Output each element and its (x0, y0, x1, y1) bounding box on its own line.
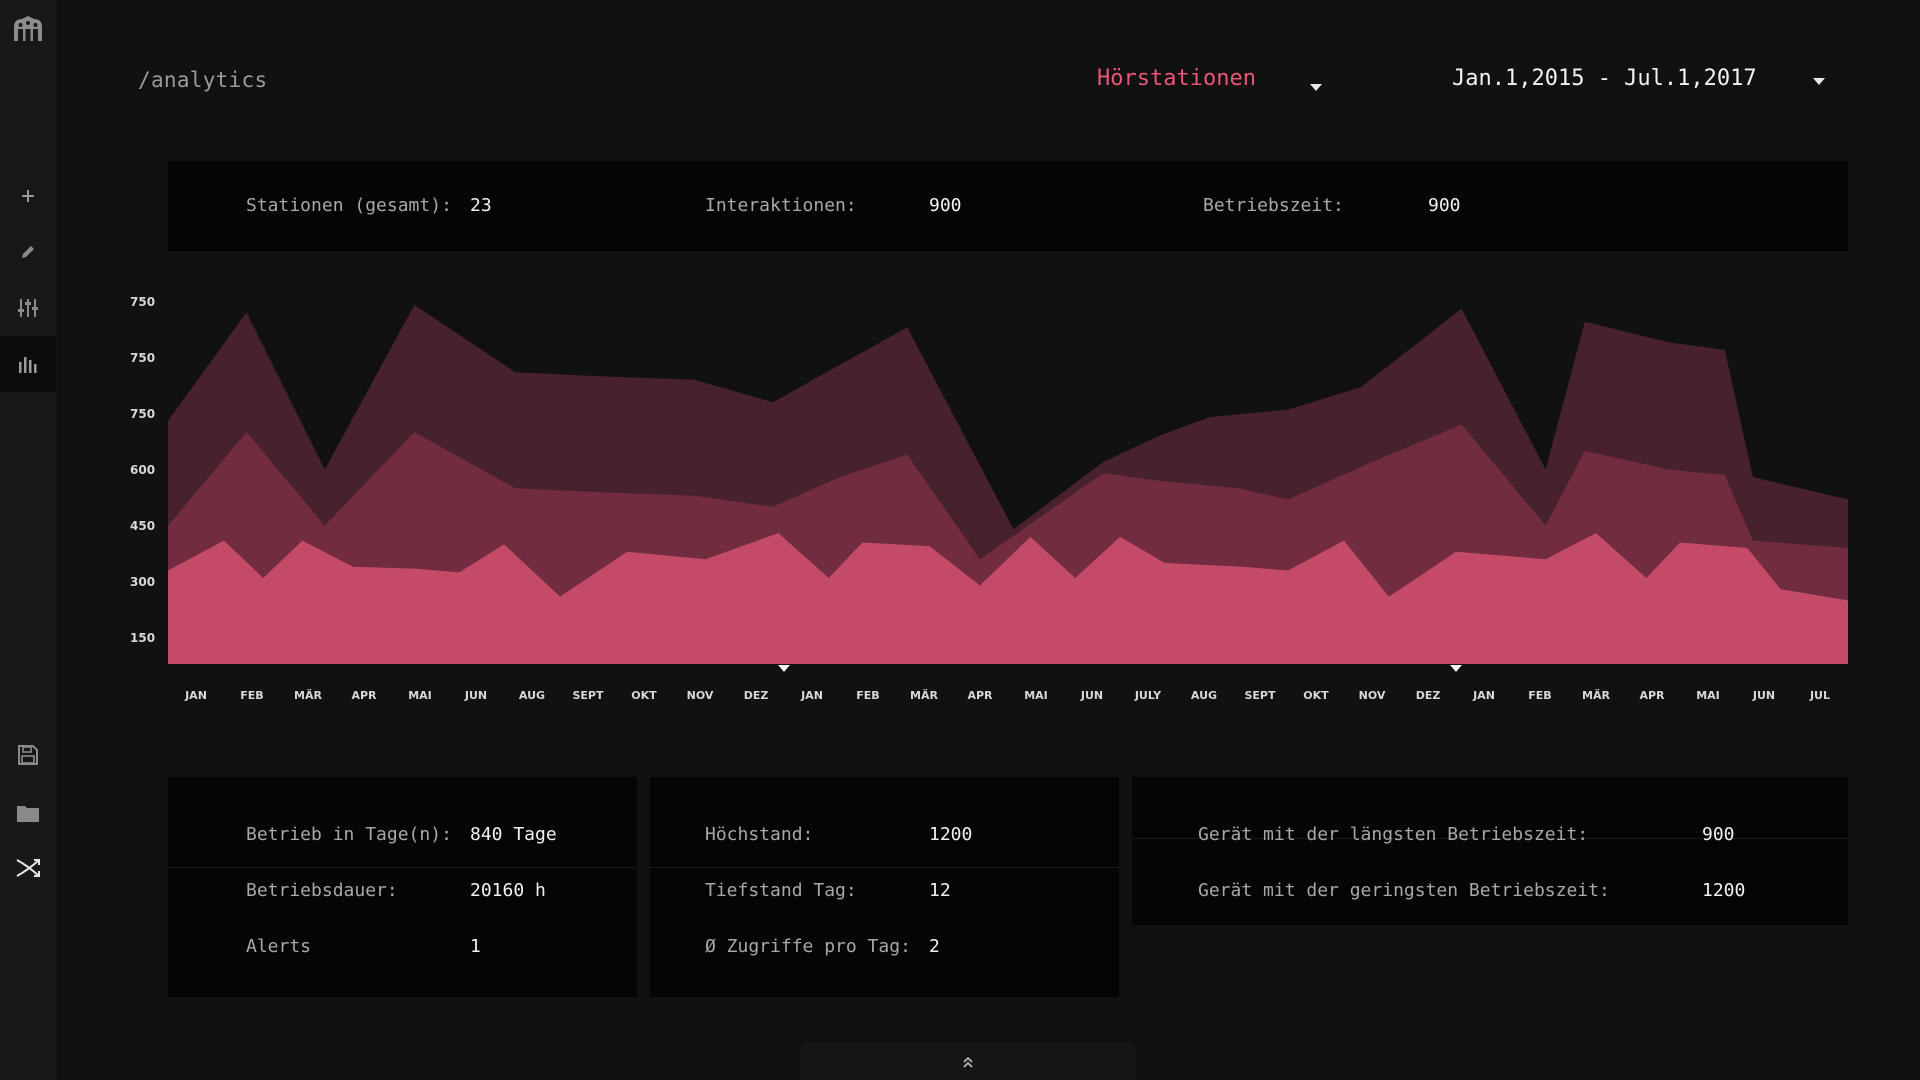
x-tick-label: FEB (856, 689, 879, 702)
peak-label: Höchstand: (705, 824, 814, 845)
x-tick-label: JAN (1472, 689, 1495, 702)
x-tick-label: NOV (1359, 689, 1386, 702)
x-tick-label: FEB (1528, 689, 1551, 702)
y-tick-label: 300 (130, 575, 155, 589)
x-tick-label: MAI (1024, 689, 1048, 702)
x-tick-label: JUN (464, 689, 487, 702)
x-tick-label: DEZ (1416, 689, 1441, 702)
x-tick-label: JUN (1080, 689, 1103, 702)
x-tick-label: JAN (800, 689, 823, 702)
operation-duration-label: Betriebsdauer: (246, 880, 398, 901)
peak-value: 1200 (929, 824, 973, 845)
x-tick-label: MAI (1696, 689, 1720, 702)
alerts-value: 1 (470, 936, 481, 957)
shortest-uptime-label: Gerät mit der geringsten Betriebszeit: (1198, 880, 1610, 901)
stats-card: Höchstand: 1200 Tiefstand Tag: 12 Ø Zugr… (650, 777, 1119, 997)
low-label: Tiefstand Tag: (705, 880, 857, 901)
year-marker-icon (778, 665, 790, 672)
x-tick-label: SEPT (1244, 689, 1275, 702)
y-tick-label: 450 (130, 519, 155, 533)
operation-card: Betrieb in Tage(n): 840 Tage Betriebsdau… (168, 777, 637, 997)
x-tick-label: NOV (687, 689, 714, 702)
y-tick-label: 750 (130, 295, 155, 309)
longest-uptime-value: 900 (1702, 824, 1735, 845)
x-tick-label: MÄR (294, 688, 322, 702)
x-tick-label: APR (967, 689, 993, 702)
x-tick-label: JULY (1134, 689, 1162, 702)
devices-card: Gerät mit der längsten Betriebszeit: 900… (1132, 777, 1848, 925)
year-marker-icon (1450, 665, 1462, 672)
save-button[interactable] (0, 727, 56, 783)
longest-uptime-label: Gerät mit der längsten Betriebszeit: (1198, 824, 1589, 845)
x-tick-label: OKT (1303, 689, 1329, 702)
x-tick-label: OKT (631, 689, 657, 702)
operation-days-label: Betrieb in Tage(n): (246, 824, 452, 845)
open-folder-button[interactable] (0, 785, 56, 841)
y-tick-label: 750 (130, 407, 155, 421)
close-button[interactable] (0, 840, 56, 896)
x-tick-label: DEZ (744, 689, 769, 702)
x-tick-label: MAI (408, 689, 432, 702)
y-tick-label: 750 (130, 351, 155, 365)
alerts-label: Alerts (246, 936, 312, 957)
x-tick-label: MÄR (910, 688, 938, 702)
x-tick-label: APR (351, 689, 377, 702)
area-chart: 750 750 750 600 450 300 150 JAN FEB MÄR APR MAI JUN A… (130, 295, 1848, 702)
double-chevron-up-icon (963, 1056, 973, 1068)
x-tick-label: JAN (184, 689, 207, 702)
x-tick-label: APR (1639, 689, 1665, 702)
x-tick-label: JUN (1752, 689, 1775, 702)
low-value: 12 (929, 880, 951, 901)
crossed-arrows-icon (16, 859, 40, 877)
average-value: 2 (929, 936, 940, 957)
collapse-panel-button[interactable] (800, 1043, 1136, 1080)
card-divider (168, 867, 637, 868)
x-tick-label: AUG (1191, 689, 1217, 702)
operation-days-value: 840 Tage (470, 824, 557, 845)
operation-duration-value: 20160 h (470, 880, 546, 901)
y-tick-label: 600 (130, 463, 155, 477)
average-label: Ø Zugriffe pro Tag: (705, 936, 911, 957)
x-tick-label: MÄR (1582, 688, 1610, 702)
folder-icon (17, 806, 39, 822)
y-tick-label: 150 (130, 631, 155, 645)
x-tick-label: FEB (240, 689, 263, 702)
x-tick-label: AUG (519, 689, 545, 702)
shortest-uptime-value: 1200 (1702, 880, 1746, 901)
x-tick-label: JUL (1809, 689, 1830, 702)
card-divider (650, 867, 1119, 868)
x-tick-label: SEPT (572, 689, 603, 702)
floppy-disk-icon (18, 745, 38, 765)
